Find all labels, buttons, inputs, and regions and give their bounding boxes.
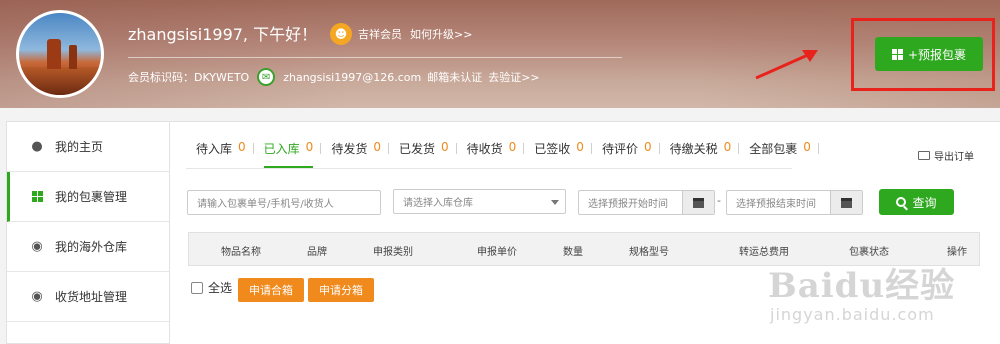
highlight-box: +预报包裹	[851, 18, 995, 91]
sidebar-item-label: 我的海外仓库	[55, 240, 128, 254]
col-item-name: 物品名称	[221, 247, 261, 258]
predict-package-button[interactable]: +预报包裹	[875, 37, 983, 71]
col-category: 申报类别	[373, 247, 413, 258]
tab-count: 0	[576, 140, 584, 154]
col-status: 包裹状态	[849, 247, 889, 258]
user-icon: ●	[31, 139, 43, 154]
profile-header: zhangsisi1997, 下午好！ ☻ 吉祥会员 如何升级>> 会员标识码：…	[0, 0, 1000, 108]
greeting-text: zhangsisi1997, 下午好！	[128, 25, 318, 44]
warehouse-select[interactable]: 请选择入库仓库	[393, 189, 566, 214]
vip-info: ☻ 吉祥会员 如何升级>>	[330, 23, 472, 45]
select-all-checkbox[interactable]: 全选	[191, 279, 232, 296]
watermark-url: jingyan.baidu.com	[770, 305, 935, 324]
merge-box-button[interactable]: 申请合箱	[238, 278, 304, 302]
status-tabs: 待入库 0 已入库 0 待发货 0 已发货 0 待收货 0 已签收 0 待评价 0 待缴关税 0…	[186, 140, 819, 168]
tab-count: 0	[723, 140, 732, 154]
header-divider	[128, 57, 622, 58]
export-label: 导出订单	[934, 152, 974, 163]
predict-package-label: +预报包裹	[907, 47, 967, 62]
folder-icon	[918, 151, 930, 160]
tab-label: 待发货	[331, 142, 368, 156]
chevron-down-icon	[551, 200, 559, 205]
warehouse-placeholder: 请选择入库仓库	[403, 198, 473, 209]
tab-count: 0	[305, 140, 314, 154]
tab-count: 0	[508, 140, 517, 154]
calendar-icon[interactable]	[830, 191, 862, 214]
tab-pending-receive[interactable]: 待收货 0	[457, 140, 525, 168]
query-button[interactable]: 查询	[879, 189, 954, 215]
end-date-placeholder: 选择预报结束时间	[736, 199, 816, 210]
tab-label: 已发货	[398, 142, 435, 156]
tab-count: 0	[373, 140, 381, 154]
end-date-input[interactable]: 选择预报结束时间	[726, 190, 863, 215]
tab-label: 待缴关税	[669, 142, 718, 156]
sidebar-item-warehouse[interactable]: ◉ 我的海外仓库	[7, 222, 169, 272]
calendar-icon[interactable]	[682, 191, 714, 214]
split-box-button[interactable]: 申请分箱	[308, 278, 374, 302]
globe-icon: ◉	[31, 239, 43, 254]
member-id: 会员标识码：DKYWETO	[128, 71, 250, 84]
tab-pending-tax[interactable]: 待缴关税 0	[660, 140, 740, 168]
tab-label: 已入库	[263, 142, 300, 156]
date-range-separator: -	[717, 194, 721, 207]
tab-count: 0	[803, 140, 811, 154]
search-icon	[896, 197, 907, 207]
map-pin-icon: ◉	[31, 289, 43, 304]
col-brand: 品牌	[307, 247, 327, 258]
email-status: 邮箱未认证	[427, 71, 483, 84]
tab-label: 全部包裹	[749, 142, 798, 156]
col-actions: 操作	[947, 247, 967, 258]
tab-shipped[interactable]: 已发货 0	[389, 140, 457, 168]
tab-inbound[interactable]: 已入库 0	[254, 140, 322, 168]
verify-link[interactable]: 去验证>>	[488, 69, 539, 85]
avatar[interactable]	[16, 10, 104, 98]
vip-level: 吉祥会员	[358, 28, 402, 41]
watermark-logo: Baidu经验	[768, 266, 956, 306]
col-quantity: 数量	[563, 247, 583, 258]
export-orders-link[interactable]: 导出订单	[918, 148, 974, 163]
checkbox[interactable]	[191, 281, 203, 294]
tab-all[interactable]: 全部包裹 0	[739, 140, 819, 168]
tab-label: 待入库	[196, 142, 233, 156]
tab-label: 待收货	[466, 142, 503, 156]
tab-count: 0	[643, 140, 652, 154]
mail-icon: ✉	[257, 68, 276, 86]
search-input[interactable]: 请输入包裹单号/手机号/收货人	[187, 190, 381, 215]
tab-label: 待评价	[601, 142, 638, 156]
watermark: Baidu经验 jingyan.baidu.com	[768, 258, 955, 324]
start-date-input[interactable]: 选择预报开始时间	[578, 190, 715, 215]
col-spec: 规格型号	[629, 247, 669, 258]
sidebar-item-home[interactable]: ● 我的主页	[7, 122, 169, 172]
grid-icon	[29, 189, 45, 205]
sidebar-item-label: 收货地址管理	[55, 290, 128, 304]
tab-count: 0	[440, 140, 449, 154]
vip-user-icon: ☻	[330, 23, 352, 45]
tab-pending-review[interactable]: 待评价 0	[592, 140, 660, 168]
tab-signed[interactable]: 已签收 0	[524, 140, 592, 168]
tab-underline	[186, 168, 792, 169]
sidebar-item-packages[interactable]: 我的包裹管理	[7, 172, 169, 222]
grid-icon	[891, 48, 903, 60]
col-total-fee: 转运总费用	[739, 247, 789, 258]
sidebar-item-label: 我的包裹管理	[55, 190, 128, 204]
email-text: zhangsisi1997@126.com	[283, 70, 422, 84]
red-arrow-annotation	[755, 50, 818, 80]
sidebar-item-label: 我的主页	[55, 140, 104, 154]
query-label: 查询	[912, 195, 937, 210]
tab-pending-ship[interactable]: 待发货 0	[321, 140, 389, 168]
search-placeholder: 请输入包裹单号/手机号/收货人	[197, 199, 334, 210]
select-all-label: 全选	[208, 281, 233, 295]
tab-count: 0	[238, 140, 246, 154]
member-info: 会员标识码：DKYWETO ✉ zhangsisi1997@126.com 邮箱…	[128, 67, 540, 87]
sidebar-item-address[interactable]: ◉ 收货地址管理	[7, 272, 169, 322]
upgrade-link[interactable]: 如何升级>>	[410, 26, 472, 42]
tab-pending-inbound[interactable]: 待入库 0	[186, 140, 254, 168]
tab-label: 已签收	[534, 142, 571, 156]
col-unit-price: 申报单价	[477, 247, 517, 258]
sidebar: ● 我的主页 我的包裹管理 ◉ 我的海外仓库 ◉ 收货地址管理	[6, 121, 170, 344]
start-date-placeholder: 选择预报开始时间	[588, 199, 668, 210]
